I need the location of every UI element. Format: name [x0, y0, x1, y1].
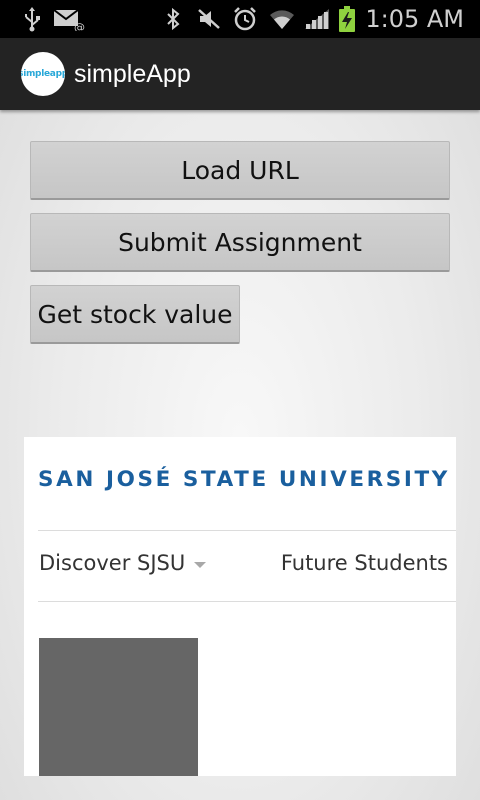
alarm-icon [230, 0, 260, 38]
dropdown-caret-icon [194, 561, 207, 568]
get-stock-value-button[interactable]: Get stock value [30, 285, 240, 344]
bluetooth-icon [162, 0, 184, 38]
action-bar: simpleapp simpleApp [0, 38, 480, 110]
battery-charging-icon [336, 0, 358, 38]
nav-future-students[interactable]: Future Students [281, 551, 448, 575]
webview[interactable]: SAN JOSÉ STATE UNIVERSITY Discover SJSU … [24, 437, 456, 776]
wifi-icon [266, 0, 298, 38]
gmail-icon: @ [52, 0, 86, 38]
mute-icon [194, 0, 224, 38]
nav-divider-bottom [38, 601, 456, 602]
load-url-button[interactable]: Load URL [30, 141, 450, 200]
usb-icon [20, 0, 44, 38]
signal-icon [302, 0, 332, 38]
nav-divider-top [38, 530, 456, 531]
app-logo-text: simpleapp [21, 69, 65, 79]
image-placeholder [39, 638, 198, 776]
svg-text:@: @ [74, 21, 85, 31]
app-logo-icon[interactable]: simpleapp [21, 52, 65, 96]
app-title: simpleApp [74, 60, 191, 88]
nav-discover-label: Discover SJSU [39, 551, 186, 575]
nav-discover-sjsu[interactable]: Discover SJSU [39, 551, 207, 575]
clock: 1:05 AM [365, 5, 464, 33]
status-bar: @ 1:05 AM [0, 0, 480, 38]
submit-assignment-button[interactable]: Submit Assignment [30, 213, 450, 272]
sjsu-logo[interactable]: SAN JOSÉ STATE UNIVERSITY [38, 467, 452, 492]
